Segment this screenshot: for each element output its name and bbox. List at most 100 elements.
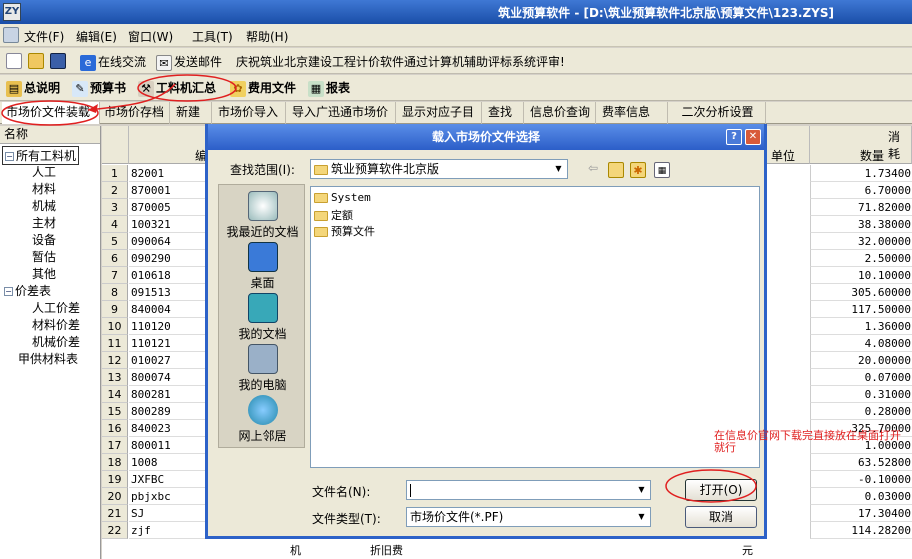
online-chat-button[interactable]: e 在线交流 bbox=[80, 53, 146, 71]
summary-button[interactable]: ▤ 总说明 bbox=[6, 79, 60, 97]
row-number[interactable]: 7 bbox=[102, 267, 128, 284]
tab-import-market-price[interactable]: 市场价导入 bbox=[214, 102, 286, 124]
row-number[interactable]: 6 bbox=[102, 250, 128, 267]
row-number[interactable]: 22 bbox=[102, 522, 128, 539]
row-number[interactable]: 8 bbox=[102, 284, 128, 301]
up-folder-icon[interactable] bbox=[608, 162, 624, 178]
tree-node-provisional[interactable]: 暂估 bbox=[32, 248, 56, 265]
save-icon[interactable] bbox=[50, 53, 66, 69]
row-number[interactable]: 17 bbox=[102, 437, 128, 454]
cell-code[interactable]: 800011 bbox=[129, 437, 207, 454]
row-number[interactable]: 10 bbox=[102, 318, 128, 335]
row-number[interactable]: 19 bbox=[102, 471, 128, 488]
place-network[interactable]: 网上邻居 bbox=[219, 395, 306, 444]
cell-qty[interactable]: 17.30400 bbox=[810, 505, 912, 522]
tree-node-equipment[interactable]: 设备 bbox=[32, 231, 56, 248]
open-folder-icon[interactable] bbox=[28, 53, 44, 69]
tree-node-machinery-diff[interactable]: 机械价差 bbox=[32, 333, 80, 350]
row-number[interactable]: 11 bbox=[102, 335, 128, 352]
cell-code[interactable]: 090064 bbox=[129, 233, 207, 250]
place-my-docs[interactable]: 我的文档 bbox=[219, 293, 306, 342]
help-icon[interactable]: ? bbox=[726, 129, 742, 145]
row-number[interactable]: 20 bbox=[102, 488, 128, 505]
menu-window[interactable]: 窗口(W) bbox=[128, 28, 173, 45]
view-menu-icon[interactable]: ▦ bbox=[654, 162, 670, 178]
tree-node-price-diff[interactable]: − 价差表 bbox=[4, 282, 51, 299]
cell-code[interactable]: pbjxbc bbox=[129, 488, 207, 505]
cell-code[interactable]: 090290 bbox=[129, 250, 207, 267]
cell-qty[interactable]: 305.60000 bbox=[810, 284, 912, 301]
new-file-icon[interactable] bbox=[6, 53, 22, 69]
cell-code[interactable]: SJ bbox=[129, 505, 207, 522]
cell-qty[interactable]: 38.38000 bbox=[810, 216, 912, 233]
cell-qty[interactable]: 0.07000 bbox=[810, 369, 912, 386]
report-button[interactable]: ▦ 报表 bbox=[308, 79, 350, 97]
new-folder-icon[interactable]: ✱ bbox=[630, 162, 646, 178]
menu-edit[interactable]: 编辑(E) bbox=[76, 28, 117, 45]
row-number[interactable]: 9 bbox=[102, 301, 128, 318]
cell-qty[interactable]: 117.50000 bbox=[810, 301, 912, 318]
cell-code[interactable]: 82001 bbox=[129, 165, 207, 182]
cell-qty[interactable]: 0.28000 bbox=[810, 403, 912, 420]
row-number[interactable]: 15 bbox=[102, 403, 128, 420]
cell-code[interactable]: 1008 bbox=[129, 454, 207, 471]
cell-qty[interactable]: 63.52800 bbox=[810, 454, 912, 471]
cell-code[interactable]: 800281 bbox=[129, 386, 207, 403]
cell-code[interactable]: 010618 bbox=[129, 267, 207, 284]
tree-node-owner-supplied[interactable]: 甲供材料表 bbox=[18, 350, 78, 367]
row-number[interactable]: 4 bbox=[102, 216, 128, 233]
row-number[interactable]: 2 bbox=[102, 182, 128, 199]
menu-file[interactable]: 文件(F) bbox=[24, 28, 64, 45]
cancel-button[interactable]: 取消 bbox=[685, 506, 757, 528]
tree-node-main-materials[interactable]: 主材 bbox=[32, 214, 56, 231]
chevron-down-icon[interactable]: ▼ bbox=[634, 509, 649, 525]
cell-code[interactable]: 010027 bbox=[129, 352, 207, 369]
place-my-computer[interactable]: 我的电脑 bbox=[219, 344, 306, 393]
cell-qty[interactable]: 1.36000 bbox=[810, 318, 912, 335]
menu-help[interactable]: 帮助(H) bbox=[246, 28, 288, 45]
tab-search[interactable]: 查找 bbox=[484, 102, 524, 124]
cell-qty[interactable]: 1.73400 bbox=[810, 165, 912, 182]
filename-input[interactable]: ▼ bbox=[406, 480, 651, 500]
cell-qty[interactable]: -0.10000 bbox=[810, 471, 912, 488]
tab-info-price-query[interactable]: 信息价查询 bbox=[526, 102, 596, 124]
cell-qty[interactable]: 71.82000 bbox=[810, 199, 912, 216]
tab-import-guangxuntong[interactable]: 导入广迅通市场价 bbox=[288, 102, 396, 124]
cell-code[interactable]: 100321 bbox=[129, 216, 207, 233]
chevron-down-icon[interactable]: ▼ bbox=[634, 482, 649, 498]
lookin-combo[interactable]: 筑业预算软件北京版 ▼ bbox=[310, 159, 568, 179]
row-number[interactable]: 13 bbox=[102, 369, 128, 386]
cell-code[interactable]: 800289 bbox=[129, 403, 207, 420]
cell-qty[interactable]: 4.08000 bbox=[810, 335, 912, 352]
row-number[interactable]: 18 bbox=[102, 454, 128, 471]
menu-tools[interactable]: 工具(T) bbox=[192, 28, 233, 45]
row-number[interactable]: 1 bbox=[102, 165, 128, 182]
cost-file-button[interactable]: ✿ 费用文件 bbox=[230, 79, 296, 97]
cell-qty[interactable]: 20.00000 bbox=[810, 352, 912, 369]
folder-item[interactable]: 定额 bbox=[314, 207, 353, 223]
row-number[interactable]: 12 bbox=[102, 352, 128, 369]
row-number[interactable]: 14 bbox=[102, 386, 128, 403]
folder-item[interactable]: System bbox=[314, 191, 371, 204]
send-mail-button[interactable]: ✉ 发送邮件 bbox=[156, 53, 222, 71]
tree-node-labor-diff[interactable]: 人工价差 bbox=[32, 299, 80, 316]
cell-qty[interactable]: 10.10000 bbox=[810, 267, 912, 284]
place-desktop[interactable]: 桌面 bbox=[219, 242, 306, 291]
tab-secondary-analysis[interactable]: 二次分析设置 bbox=[670, 102, 766, 124]
tree-node-materials[interactable]: 材料 bbox=[32, 180, 56, 197]
cell-qty[interactable]: 6.70000 bbox=[810, 182, 912, 199]
cell-code[interactable]: JXFBC bbox=[129, 471, 207, 488]
folder-item[interactable]: 预算文件 bbox=[314, 223, 375, 239]
cell-qty[interactable]: 32.00000 bbox=[810, 233, 912, 250]
cell-code[interactable]: zjf bbox=[129, 522, 207, 539]
filetype-select[interactable]: 市场价文件(*.PF) ▼ bbox=[406, 507, 651, 527]
cell-code[interactable]: 091513 bbox=[129, 284, 207, 301]
cell-code[interactable]: 110120 bbox=[129, 318, 207, 335]
chevron-down-icon[interactable]: ▼ bbox=[551, 161, 566, 177]
cell-code[interactable]: 840023 bbox=[129, 420, 207, 437]
cell-qty[interactable]: 0.31000 bbox=[810, 386, 912, 403]
cell-qty[interactable]: 114.28200 bbox=[810, 522, 912, 539]
tree-node-other[interactable]: 其他 bbox=[32, 265, 56, 282]
cell-code[interactable]: 870001 bbox=[129, 182, 207, 199]
collapse-icon[interactable]: − bbox=[5, 152, 14, 161]
